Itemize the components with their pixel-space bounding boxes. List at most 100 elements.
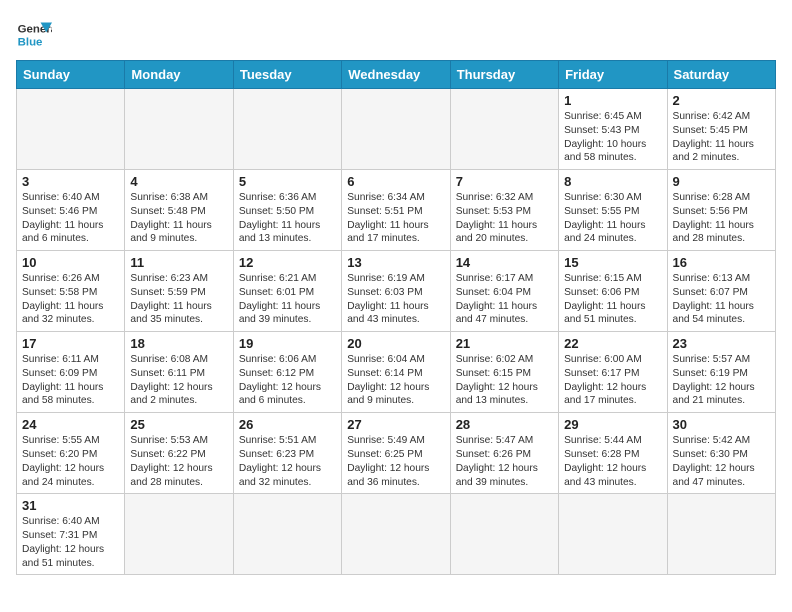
day-number: 2 — [673, 93, 770, 108]
weekday-header: Sunday — [17, 61, 125, 89]
day-info: Sunrise: 6:45 AM Sunset: 5:43 PM Dayligh… — [564, 110, 661, 165]
day-info: Sunrise: 5:53 AM Sunset: 6:22 PM Dayligh… — [130, 434, 227, 489]
calendar-cell: 13 Sunrise: 6:19 AM Sunset: 6:03 PM Dayli… — [342, 251, 450, 332]
calendar-cell: 8 Sunrise: 6:30 AM Sunset: 5:55 PM Daylig… — [559, 170, 667, 251]
calendar-cell — [450, 89, 558, 170]
calendar-cell: 11 Sunrise: 6:23 AM Sunset: 5:59 PM Dayli… — [125, 251, 233, 332]
day-number: 28 — [456, 417, 553, 432]
day-info: Sunrise: 6:40 AM Sunset: 7:31 PM Dayligh… — [22, 515, 119, 570]
day-info: Sunrise: 6:15 AM Sunset: 6:06 PM Dayligh… — [564, 272, 661, 327]
calendar-week-row: 3 Sunrise: 6:40 AM Sunset: 5:46 PM Daylig… — [17, 170, 776, 251]
day-info: Sunrise: 6:30 AM Sunset: 5:55 PM Dayligh… — [564, 191, 661, 246]
logo: General Blue — [16, 16, 52, 52]
day-number: 19 — [239, 336, 336, 351]
calendar-cell: 20Sunrise: 6:04 AM Sunset: 6:14 PM Dayli… — [342, 332, 450, 413]
day-number: 9 — [673, 174, 770, 189]
calendar-cell — [342, 89, 450, 170]
day-number: 7 — [456, 174, 553, 189]
day-info: Sunrise: 5:55 AM Sunset: 6:20 PM Dayligh… — [22, 434, 119, 489]
calendar-week-row: 31Sunrise: 6:40 AM Sunset: 7:31 PM Dayli… — [17, 494, 776, 575]
day-number: 8 — [564, 174, 661, 189]
calendar-cell: 6 Sunrise: 6:34 AM Sunset: 5:51 PM Daylig… — [342, 170, 450, 251]
day-info: Sunrise: 6:36 AM Sunset: 5:50 PM Dayligh… — [239, 191, 336, 246]
day-info: Sunrise: 6:13 AM Sunset: 6:07 PM Dayligh… — [673, 272, 770, 327]
day-info: Sunrise: 6:26 AM Sunset: 5:58 PM Dayligh… — [22, 272, 119, 327]
calendar-cell: 19Sunrise: 6:06 AM Sunset: 6:12 PM Dayli… — [233, 332, 341, 413]
calendar-cell: 7 Sunrise: 6:32 AM Sunset: 5:53 PM Daylig… — [450, 170, 558, 251]
day-number: 23 — [673, 336, 770, 351]
day-number: 25 — [130, 417, 227, 432]
calendar-cell: 29 Sunrise: 5:44 AM Sunset: 6:28 PM Dayli… — [559, 413, 667, 494]
day-info: Sunrise: 6:21 AM Sunset: 6:01 PM Dayligh… — [239, 272, 336, 327]
weekday-header: Thursday — [450, 61, 558, 89]
calendar-cell: 30 Sunrise: 5:42 AM Sunset: 6:30 PM Dayli… — [667, 413, 775, 494]
day-info: Sunrise: 5:47 AM Sunset: 6:26 PM Dayligh… — [456, 434, 553, 489]
calendar-cell: 10 Sunrise: 6:26 AM Sunset: 5:58 PM Dayli… — [17, 251, 125, 332]
day-info: Sunrise: 5:51 AM Sunset: 6:23 PM Dayligh… — [239, 434, 336, 489]
day-number: 15 — [564, 255, 661, 270]
day-number: 18 — [130, 336, 227, 351]
calendar-cell — [233, 89, 341, 170]
day-number: 30 — [673, 417, 770, 432]
calendar-cell: 2 Sunrise: 6:42 AM Sunset: 5:45 PM Daylig… — [667, 89, 775, 170]
day-info: Sunrise: 6:28 AM Sunset: 5:56 PM Dayligh… — [673, 191, 770, 246]
weekday-header: Tuesday — [233, 61, 341, 89]
calendar-cell: 27 Sunrise: 5:49 AM Sunset: 6:25 PM Dayli… — [342, 413, 450, 494]
day-info: Sunrise: 5:57 AM Sunset: 6:19 PM Dayligh… — [673, 353, 770, 408]
day-info: Sunrise: 5:42 AM Sunset: 6:30 PM Dayligh… — [673, 434, 770, 489]
day-number: 13 — [347, 255, 444, 270]
calendar-table: SundayMondayTuesdayWednesdayThursdayFrid… — [16, 60, 776, 575]
calendar-week-row: 1 Sunrise: 6:45 AM Sunset: 5:43 PM Daylig… — [17, 89, 776, 170]
page-header: General Blue — [16, 16, 776, 52]
day-info: Sunrise: 5:49 AM Sunset: 6:25 PM Dayligh… — [347, 434, 444, 489]
day-info: Sunrise: 6:08 AM Sunset: 6:11 PM Dayligh… — [130, 353, 227, 408]
day-info: Sunrise: 6:17 AM Sunset: 6:04 PM Dayligh… — [456, 272, 553, 327]
day-number: 10 — [22, 255, 119, 270]
calendar-cell: 14 Sunrise: 6:17 AM Sunset: 6:04 PM Dayli… — [450, 251, 558, 332]
day-info: Sunrise: 6:19 AM Sunset: 6:03 PM Dayligh… — [347, 272, 444, 327]
calendar-week-row: 10 Sunrise: 6:26 AM Sunset: 5:58 PM Dayli… — [17, 251, 776, 332]
day-number: 26 — [239, 417, 336, 432]
day-number: 24 — [22, 417, 119, 432]
calendar-cell — [125, 494, 233, 575]
day-number: 14 — [456, 255, 553, 270]
calendar-cell: 1 Sunrise: 6:45 AM Sunset: 5:43 PM Daylig… — [559, 89, 667, 170]
day-number: 27 — [347, 417, 444, 432]
calendar-cell: 22Sunrise: 6:00 AM Sunset: 6:17 PM Dayli… — [559, 332, 667, 413]
calendar-cell: 31Sunrise: 6:40 AM Sunset: 7:31 PM Dayli… — [17, 494, 125, 575]
calendar-cell — [450, 494, 558, 575]
day-info: Sunrise: 6:04 AM Sunset: 6:14 PM Dayligh… — [347, 353, 444, 408]
day-number: 29 — [564, 417, 661, 432]
calendar-cell — [559, 494, 667, 575]
day-info: Sunrise: 6:42 AM Sunset: 5:45 PM Dayligh… — [673, 110, 770, 165]
calendar-cell: 21Sunrise: 6:02 AM Sunset: 6:15 PM Dayli… — [450, 332, 558, 413]
calendar-header-row: SundayMondayTuesdayWednesdayThursdayFrid… — [17, 61, 776, 89]
calendar-cell: 23 Sunrise: 5:57 AM Sunset: 6:19 PM Dayli… — [667, 332, 775, 413]
calendar-cell: 26 Sunrise: 5:51 AM Sunset: 6:23 PM Dayli… — [233, 413, 341, 494]
calendar-cell: 4Sunrise: 6:38 AM Sunset: 5:48 PM Daylig… — [125, 170, 233, 251]
weekday-header: Friday — [559, 61, 667, 89]
calendar-cell: 24 Sunrise: 5:55 AM Sunset: 6:20 PM Dayli… — [17, 413, 125, 494]
day-info: Sunrise: 5:44 AM Sunset: 6:28 PM Dayligh… — [564, 434, 661, 489]
generalblue-logo-icon: General Blue — [16, 16, 52, 52]
day-number: 16 — [673, 255, 770, 270]
day-info: Sunrise: 6:02 AM Sunset: 6:15 PM Dayligh… — [456, 353, 553, 408]
calendar-cell: 12 Sunrise: 6:21 AM Sunset: 6:01 PM Dayli… — [233, 251, 341, 332]
day-number: 1 — [564, 93, 661, 108]
weekday-header: Wednesday — [342, 61, 450, 89]
day-number: 12 — [239, 255, 336, 270]
day-info: Sunrise: 6:23 AM Sunset: 5:59 PM Dayligh… — [130, 272, 227, 327]
calendar-cell — [125, 89, 233, 170]
calendar-week-row: 24 Sunrise: 5:55 AM Sunset: 6:20 PM Dayli… — [17, 413, 776, 494]
calendar-cell: 18 Sunrise: 6:08 AM Sunset: 6:11 PM Dayli… — [125, 332, 233, 413]
calendar-cell — [667, 494, 775, 575]
day-number: 4 — [130, 174, 227, 189]
calendar-cell: 5Sunrise: 6:36 AM Sunset: 5:50 PM Daylig… — [233, 170, 341, 251]
calendar-cell — [342, 494, 450, 575]
day-number: 11 — [130, 255, 227, 270]
day-info: Sunrise: 6:32 AM Sunset: 5:53 PM Dayligh… — [456, 191, 553, 246]
day-info: Sunrise: 6:34 AM Sunset: 5:51 PM Dayligh… — [347, 191, 444, 246]
day-info: Sunrise: 6:40 AM Sunset: 5:46 PM Dayligh… — [22, 191, 119, 246]
day-number: 3 — [22, 174, 119, 189]
day-number: 6 — [347, 174, 444, 189]
